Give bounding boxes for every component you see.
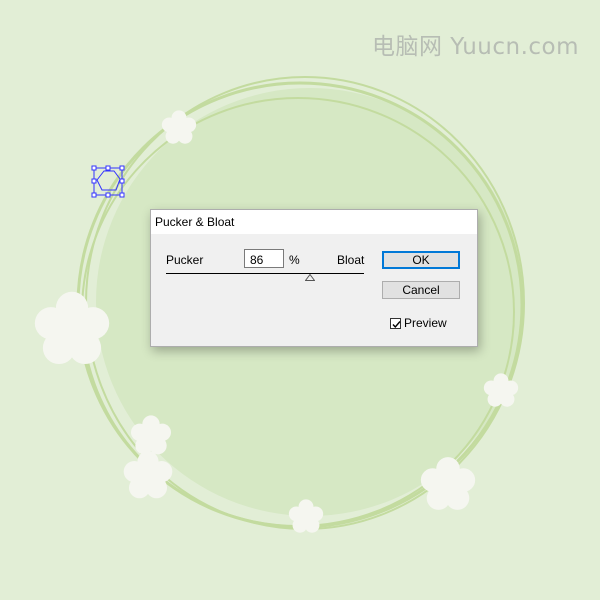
pucker-bloat-dialog: Pucker & Bloat Pucker % Bloat OK Cancel … [150,209,478,347]
ok-button[interactable]: OK [382,251,460,269]
percent-label: % [289,253,300,267]
watermark: 电脑网 Yuucn.com [372,34,580,60]
triangle-thumb-icon[interactable] [305,274,315,281]
preview-label: Preview [404,316,447,330]
preview-checkbox[interactable] [390,317,401,329]
preview-checkbox-row[interactable]: Preview [390,316,447,330]
dialog-title: Pucker & Bloat [155,215,235,229]
flower-icon[interactable] [161,110,197,144]
checkmark-icon [392,320,401,328]
pucker-label: Pucker [166,253,204,267]
pucker-bloat-slider[interactable] [166,273,364,274]
amount-input[interactable] [244,249,284,268]
cancel-button[interactable]: Cancel [382,281,460,299]
dialog-titlebar[interactable]: Pucker & Bloat [151,210,477,234]
bloat-label: Bloat [337,253,365,267]
